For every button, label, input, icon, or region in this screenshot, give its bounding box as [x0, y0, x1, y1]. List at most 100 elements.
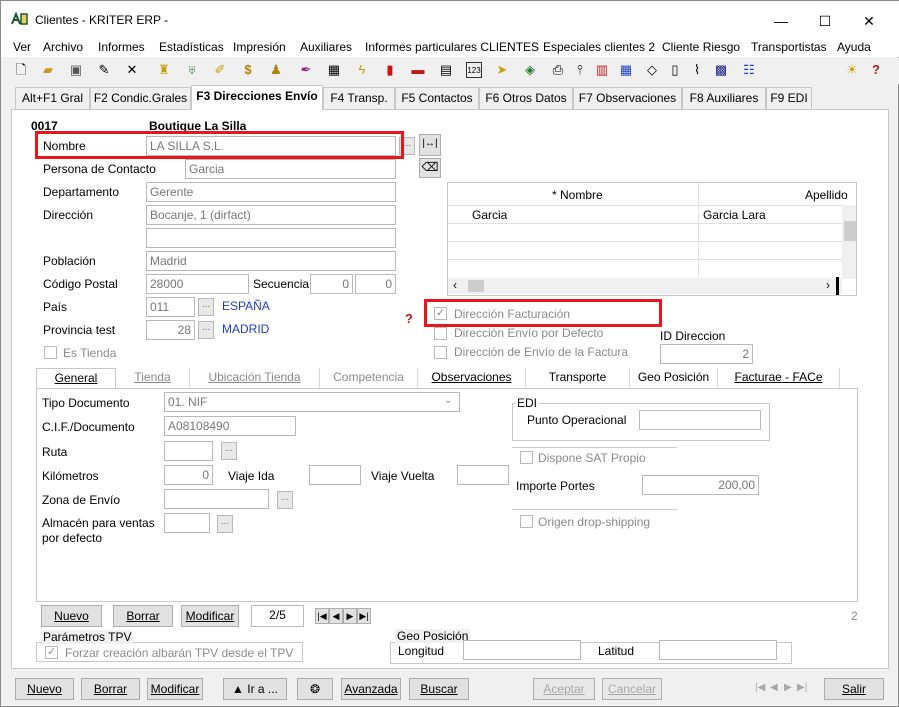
money-icon[interactable]: $	[240, 62, 256, 78]
provincia-lookup-button[interactable]: ...	[198, 321, 214, 339]
scroll-right-icon[interactable]: ›	[826, 278, 830, 292]
menu-cliente-riesgo[interactable]: Cliente Riesgo	[662, 40, 740, 54]
filter-icon[interactable]: ♅	[184, 62, 200, 78]
subtab-transporte[interactable]: Transporte	[526, 368, 630, 388]
subtab-observaciones[interactable]: Observaciones	[418, 368, 526, 388]
modificar-button[interactable]: Modificar	[147, 678, 203, 700]
modificar-direccion-button[interactable]: Modificar	[181, 605, 239, 627]
almacen-lookup-button[interactable]: ...	[217, 515, 233, 533]
ir-a-button[interactable]: ▲ Ir a ...	[223, 678, 287, 700]
id-direccion-input[interactable]: 2	[660, 344, 753, 364]
numbers-icon[interactable]: 123	[466, 62, 482, 78]
tab-contactos[interactable]: F5 Contactos	[395, 87, 479, 109]
menu-ver[interactable]: Ver	[13, 40, 31, 54]
punto-operacional-input[interactable]	[639, 410, 761, 430]
grid-cell-nombre[interactable]: Garcia	[472, 208, 507, 222]
bottom-prev-icon[interactable]: ◀	[770, 682, 778, 693]
pais-input[interactable]: 011	[146, 297, 195, 317]
edit-icon[interactable]: ✎	[96, 62, 112, 78]
forzar-albaran-checkbox[interactable]: ✓	[45, 646, 58, 659]
tab-otros-datos[interactable]: F6 Otros Datos	[479, 87, 573, 109]
truck-icon[interactable]: ➤	[494, 62, 510, 78]
secuencia-input-2[interactable]: 0	[355, 274, 396, 294]
card-icon[interactable]: ▤	[438, 62, 454, 78]
notes-icon[interactable]: ▯	[667, 62, 683, 78]
viaje-ida-input[interactable]	[309, 465, 361, 485]
ruta-input[interactable]	[164, 441, 213, 461]
help-marker-icon[interactable]: ?	[405, 311, 413, 326]
menu-archivo[interactable]: Archivo	[43, 40, 83, 54]
lightning-icon[interactable]: ϟ	[354, 62, 370, 78]
list-icon[interactable]: ☷	[741, 62, 757, 78]
grid-header-nombre[interactable]: * Nombre	[552, 188, 603, 202]
sat-propio-checkbox[interactable]	[520, 451, 533, 464]
delete-icon[interactable]: ✕	[124, 62, 140, 78]
building-icon[interactable]: ▥	[594, 62, 610, 78]
menu-informes-particulares[interactable]: Informes particulares CLIENTES	[365, 40, 539, 54]
help-icon[interactable]: ?	[868, 62, 884, 78]
minimize-button[interactable]: —	[759, 9, 803, 33]
menu-impresion[interactable]: Impresión	[233, 40, 286, 54]
avanzada-button[interactable]: Avanzada	[341, 678, 401, 700]
tab-transp[interactable]: F4 Transp.	[323, 87, 395, 109]
cancelar-button[interactable]: Cancelar	[602, 678, 662, 700]
menu-estadisticas[interactable]: Estadísticas	[159, 40, 224, 54]
globe-search-icon[interactable]: ❂	[297, 678, 333, 700]
stamp-icon[interactable]: ♟	[268, 62, 284, 78]
bottom-last-icon[interactable]: ▶|	[797, 682, 807, 693]
subtab-competencia[interactable]: Competencia	[320, 368, 418, 388]
save-icon[interactable]: ▣	[68, 62, 84, 78]
subtab-ubicacion-tienda[interactable]: Ubicación Tienda	[190, 368, 320, 388]
attach-icon[interactable]: ⫯	[572, 62, 588, 78]
subtab-geo-posicion[interactable]: Geo Posición	[630, 368, 718, 388]
open-folder-icon[interactable]: ▰	[40, 62, 56, 78]
viaje-vuelta-input[interactable]	[457, 465, 509, 485]
aceptar-button[interactable]: Aceptar	[533, 678, 595, 700]
cif-input[interactable]: A08108490	[164, 416, 296, 436]
grid-icon[interactable]: ▩	[713, 62, 729, 78]
new-document-icon[interactable]: 🗋	[13, 62, 29, 78]
contacto-input[interactable]: Garcia	[185, 159, 396, 179]
es-tienda-checkbox[interactable]	[44, 346, 57, 359]
tab-edi[interactable]: F9 EDI	[766, 87, 812, 109]
tab-auxiliares[interactable]: F8 Auxiliares	[682, 87, 766, 109]
first-record-icon[interactable]: |◀	[315, 608, 329, 624]
almacen-input[interactable]	[164, 513, 210, 533]
tab-general[interactable]: Alt+F1 Gral	[15, 87, 90, 109]
tab-observaciones[interactable]: F7 Observaciones	[573, 87, 682, 109]
pencil-icon[interactable]: ✐	[212, 62, 228, 78]
next-record-icon[interactable]: ▶	[343, 608, 357, 624]
salir-button[interactable]: Salir	[824, 678, 884, 700]
grid-header-apellido[interactable]: Apellido	[805, 188, 848, 202]
subtab-general[interactable]: General	[36, 368, 116, 390]
last-record-icon[interactable]: ▶|	[357, 608, 371, 624]
address-link-icon[interactable]: |↔|	[419, 134, 441, 156]
ruta-lookup-button[interactable]: ...	[221, 442, 237, 460]
calendar-icon[interactable]: ▦	[618, 62, 634, 78]
poblacion-input[interactable]: Madrid	[146, 251, 396, 271]
grid-vscrollbar[interactable]	[842, 205, 856, 279]
nuevo-button[interactable]: Nuevo	[15, 678, 74, 700]
tag-icon[interactable]: ◇	[644, 62, 660, 78]
brush-icon[interactable]: ✒	[298, 62, 314, 78]
latitud-input[interactable]	[659, 640, 777, 660]
scroll-left-icon[interactable]: ‹	[453, 278, 457, 292]
users-icon[interactable]: ♜	[156, 62, 172, 78]
tab-condiciones[interactable]: F2 Condic.Grales	[90, 87, 191, 109]
clip-icon[interactable]: ⌇	[689, 62, 705, 78]
kilometros-input[interactable]: 0	[164, 465, 213, 485]
grid-cell-apellido[interactable]: Garcia Lara	[703, 208, 766, 222]
direccion2-input[interactable]	[146, 228, 396, 248]
menu-transportistas[interactable]: Transportistas	[751, 40, 827, 54]
prev-record-icon[interactable]: ◀	[329, 608, 343, 624]
envio-defecto-checkbox[interactable]	[434, 327, 447, 340]
drop-shipping-checkbox[interactable]	[520, 515, 533, 528]
borrar-button[interactable]: Borrar	[81, 678, 140, 700]
tipo-documento-select[interactable]: 01. NIF	[164, 392, 460, 412]
secuencia-input-1[interactable]: 0	[310, 274, 353, 294]
chart-icon[interactable]: ▮	[382, 62, 398, 78]
calculator-icon[interactable]: ▦	[326, 62, 342, 78]
borrar-direccion-button[interactable]: Borrar	[113, 605, 173, 627]
maximize-button[interactable]: ☐	[803, 9, 847, 33]
menu-especiales-clientes[interactable]: Especiales clientes 2	[543, 40, 655, 54]
